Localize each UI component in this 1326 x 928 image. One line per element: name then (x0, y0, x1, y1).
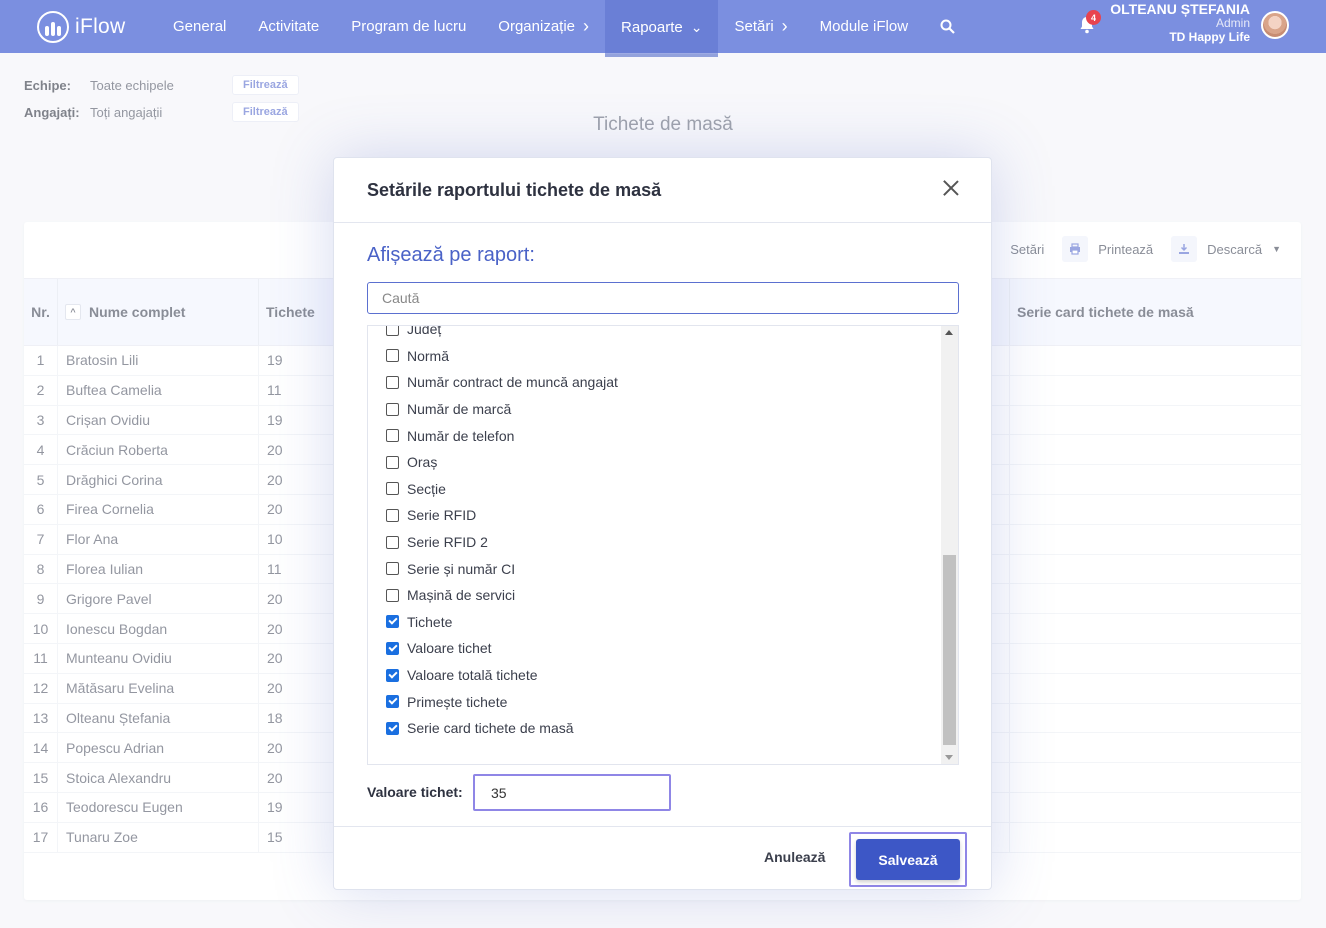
checkbox[interactable] (386, 721, 399, 735)
nav-item-label: Rapoarte (621, 18, 683, 36)
section-title: Afișează pe raport: (367, 244, 535, 266)
user-name: OLTEANU ȘTEFANIA (1110, 1, 1250, 17)
checkbox[interactable] (386, 588, 399, 602)
column-option[interactable]: Județ (368, 325, 942, 343)
option-label: Primește tichete (407, 693, 508, 710)
report-settings-modal: Setările raportului tichete de masă Afiș… (333, 157, 992, 890)
option-label: Valoare totală tichete (407, 667, 538, 684)
user-role: Admin (1215, 16, 1250, 30)
nav-item-4[interactable]: Rapoarte ⌄ (605, 0, 719, 57)
option-label: Serie RFID (407, 507, 477, 524)
column-option[interactable]: Oraș (368, 449, 942, 476)
scroll-down-arrow-icon[interactable] (945, 755, 953, 760)
scroll-up-arrow-icon[interactable] (945, 330, 953, 335)
notification-badge: 4 (1086, 10, 1101, 25)
close-icon[interactable] (941, 178, 961, 198)
chevron-right-icon: › (781, 16, 788, 36)
scroll-thumb[interactable] (943, 555, 956, 745)
nav-item-label: Activitate (258, 18, 320, 35)
column-option[interactable]: Număr de telefon (368, 422, 942, 449)
avatar[interactable] (1261, 11, 1289, 39)
option-label: Județ (407, 325, 442, 338)
checkbox[interactable] (386, 326, 399, 336)
nav-item-label: Module iFlow (819, 18, 909, 35)
ticket-value-input[interactable]: 35 (473, 774, 671, 811)
logo-text: iFlow (75, 14, 126, 38)
checkbox[interactable] (386, 349, 399, 363)
option-label: Valoare tichet (407, 640, 492, 657)
option-label: Serie și număr CI (407, 560, 516, 577)
column-option[interactable]: Normă (368, 343, 942, 370)
column-option[interactable]: Serie RFID 2 (368, 529, 942, 556)
nav-item-label: Organizație (498, 18, 576, 35)
checkbox[interactable] (386, 535, 399, 549)
save-button[interactable]: Salvează (856, 839, 960, 880)
nav-item-3[interactable]: Organizație › (482, 0, 605, 53)
nav-item-label: General (173, 18, 227, 35)
checkbox[interactable] (386, 482, 399, 496)
column-option[interactable]: Tichete (368, 609, 942, 636)
column-option[interactable]: Serie și număr CI (368, 555, 942, 582)
search-input[interactable] (367, 282, 959, 314)
column-option[interactable]: Primește tichete (368, 688, 942, 715)
nav-item-5[interactable]: Setări › (718, 0, 803, 53)
iflow-logo[interactable]: iFlow (37, 10, 157, 43)
column-option[interactable]: Număr de marcă (368, 396, 942, 423)
modal-footer: Anulează Salvează (334, 826, 991, 890)
option-label: Mașină de servici (407, 587, 516, 604)
list-scrollbar[interactable] (941, 326, 958, 764)
nav-item-label: Setări (734, 18, 774, 35)
options-list: Județ Normă Număr contract de muncă angaja… (368, 325, 942, 742)
main-nav: General Activitate Program de lucru Organiz… (157, 0, 924, 57)
modal-header: Setările raportului tichete de masă (334, 158, 991, 223)
checkbox[interactable] (386, 615, 399, 629)
modal-title: Setările raportului tichete de masă (367, 179, 662, 200)
columns-list[interactable]: Județ Normă Număr contract de muncă angaja… (367, 325, 959, 765)
nav-item-1[interactable]: Activitate (242, 0, 335, 53)
column-option[interactable]: Serie card tichete de masă (368, 715, 942, 742)
checkbox[interactable] (386, 508, 399, 522)
column-option[interactable]: Valoare totală tichete (368, 662, 942, 689)
nav-item-6[interactable]: Module iFlow (804, 0, 924, 53)
checkbox[interactable] (386, 375, 399, 389)
checkbox[interactable] (386, 562, 399, 576)
option-label: Număr de telefon (407, 427, 515, 444)
user-company: TD Happy Life (1169, 30, 1250, 44)
nav-item-2[interactable]: Program de lucru (335, 0, 482, 53)
nav-item-0[interactable]: General (157, 0, 242, 53)
cancel-button[interactable]: Anulează (764, 849, 825, 865)
checkbox[interactable] (386, 668, 399, 682)
column-option[interactable]: Număr contract de muncă angajat (368, 369, 942, 396)
column-option[interactable]: Valoare tichet (368, 635, 942, 662)
column-option[interactable]: Serie RFID (368, 502, 942, 529)
chevron-right-icon: › (583, 16, 590, 36)
checkbox[interactable] (386, 429, 399, 443)
checkbox[interactable] (386, 695, 399, 709)
checkbox[interactable] (386, 641, 399, 655)
option-label: Număr de marcă (407, 401, 512, 418)
logo-icon (37, 10, 69, 43)
user-info[interactable]: OLTEANU ȘTEFANIA Admin TD Happy Life (1110, 2, 1250, 44)
option-label: Număr contract de muncă angajat (407, 374, 618, 391)
column-option[interactable]: Secție (368, 476, 942, 503)
checkbox[interactable] (386, 402, 399, 416)
save-highlight: Salvează (849, 832, 967, 887)
option-label: Serie RFID 2 (407, 534, 488, 551)
column-option[interactable]: Mașină de servici (368, 582, 942, 609)
option-label: Oraș (407, 454, 438, 471)
option-label: Tichete (407, 613, 453, 630)
option-label: Normă (407, 347, 450, 364)
chevron-down-icon: ⌄ (690, 18, 703, 35)
ticket-value-label: Valoare tichet: (367, 784, 463, 800)
option-label: Secție (407, 480, 446, 497)
nav-item-label: Program de lucru (351, 18, 467, 35)
search-icon[interactable] (924, 0, 971, 53)
option-label: Serie card tichete de masă (407, 720, 574, 737)
checkbox[interactable] (386, 455, 399, 469)
